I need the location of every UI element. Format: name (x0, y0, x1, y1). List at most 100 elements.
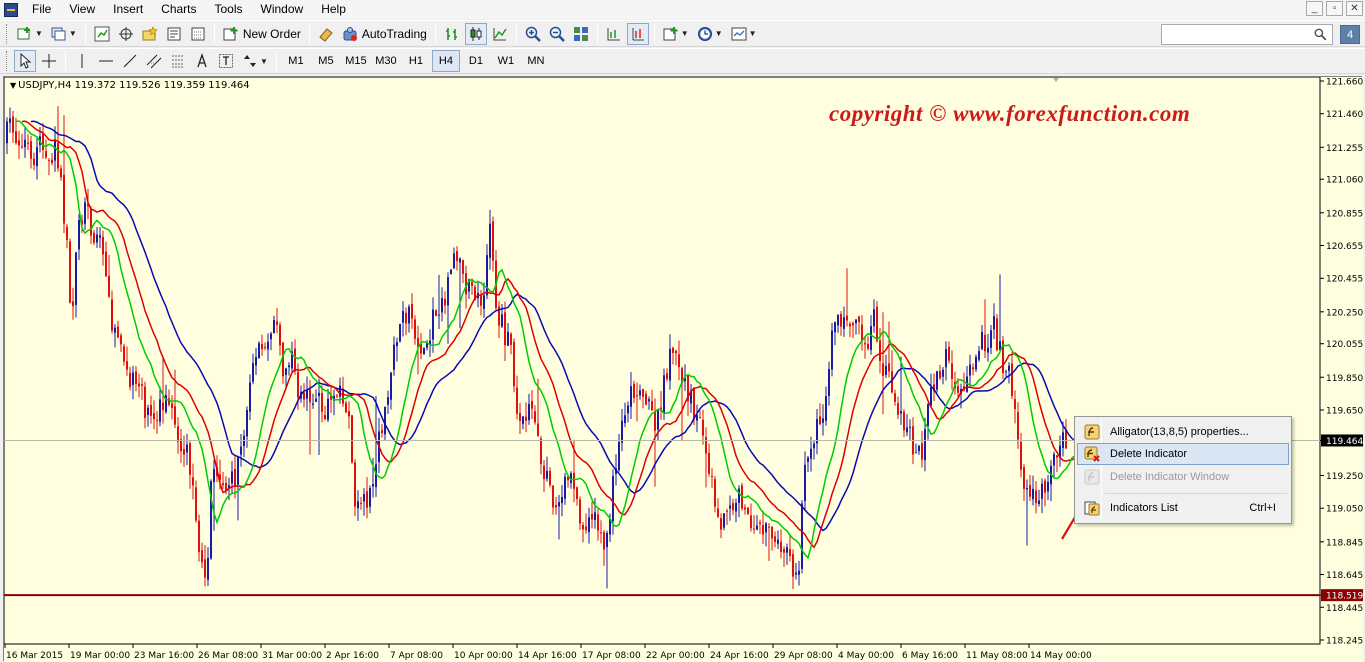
search-input[interactable] (1161, 24, 1333, 45)
templates-button[interactable]: ▼ (728, 23, 760, 45)
profiles-button[interactable]: ▼ (48, 23, 80, 45)
candle-body (396, 342, 398, 347)
cursor-button[interactable] (14, 50, 36, 72)
candle-body (678, 354, 680, 368)
text-label-button[interactable] (215, 50, 237, 72)
market-watch-button[interactable] (91, 23, 113, 45)
candle-body (363, 494, 365, 502)
timeframe-m5[interactable]: M5 (312, 50, 340, 72)
new-order-button[interactable]: New Order (220, 23, 304, 45)
menu-window[interactable]: Window (253, 0, 314, 19)
new-chart-button[interactable]: ▼ (14, 23, 46, 45)
market-watch-icon (94, 26, 110, 41)
timeframe-h1[interactable]: H1 (402, 50, 430, 72)
close-button[interactable]: ✕ (1346, 1, 1363, 16)
menu-charts[interactable]: Charts (153, 0, 206, 19)
data-window-button[interactable] (115, 23, 137, 45)
candle-body (987, 347, 989, 353)
zoom-in-button[interactable] (522, 23, 544, 45)
candle-body (1005, 371, 1007, 373)
timeframe-mn[interactable]: MN (522, 50, 550, 72)
indicators-button[interactable]: ▼ (660, 23, 692, 45)
fibonacci-button[interactable] (167, 50, 189, 72)
candle-body (561, 496, 563, 504)
chart-menu-triangle-icon[interactable]: ▼ (10, 81, 16, 90)
toolbar-grip[interactable] (6, 51, 9, 71)
time-tick-label: 24 Apr 16:00 (710, 651, 769, 661)
chart-shift-button[interactable] (603, 23, 625, 45)
minimize-button[interactable]: _ (1306, 1, 1323, 16)
candle-body (510, 333, 512, 345)
candle-body (120, 335, 122, 345)
price-tick-label: 119.050 (1326, 505, 1363, 515)
price-chart[interactable]: 121.660 121.460 121.255 121.060 120.855 120.6… (4, 77, 1363, 662)
restore-button[interactable]: ▫ (1326, 1, 1343, 16)
strategy-tester-icon (191, 27, 205, 40)
timeframe-m1[interactable]: M1 (282, 50, 310, 72)
zoom-out-button[interactable] (546, 23, 568, 45)
clock-icon (697, 26, 712, 41)
chart-window[interactable]: 121.660 121.460 121.255 121.060 120.855 120.6… (3, 76, 1363, 662)
candle-body (618, 441, 620, 471)
timeframe-d1[interactable]: D1 (462, 50, 490, 72)
terminal-button[interactable] (163, 23, 185, 45)
candle-body (972, 367, 974, 370)
price-tick-label: 119.850 (1326, 374, 1363, 384)
candlestick-chart-button[interactable] (464, 22, 487, 45)
candle-body (411, 303, 413, 319)
menu-item-delete-indicator-window[interactable]: Delete Indicator Window (1077, 466, 1289, 488)
timeframe-m15[interactable]: M15 (342, 50, 370, 72)
candle-body (927, 404, 929, 427)
candle-body (810, 448, 812, 459)
vertical-line-button[interactable] (71, 50, 93, 72)
trendline-button[interactable] (119, 50, 141, 72)
help-button[interactable]: 4 (1340, 25, 1360, 44)
candle-body (45, 151, 47, 158)
menu-view[interactable]: View (61, 0, 105, 19)
candle-body (480, 295, 482, 306)
candle-body (840, 314, 842, 327)
equidistant-channel-button[interactable] (143, 50, 165, 72)
menu-help[interactable]: Help (313, 0, 356, 19)
periods-button[interactable]: ▼ (694, 23, 726, 45)
time-tick-label: 22 Apr 00:00 (646, 651, 705, 661)
autotrading-button[interactable]: AutoTrading (339, 23, 430, 45)
bar-chart-button[interactable] (441, 23, 463, 45)
search-icon[interactable] (1314, 28, 1327, 41)
menu-tools[interactable]: Tools (207, 0, 253, 19)
candle-body (42, 133, 44, 150)
candle-body (114, 327, 116, 333)
menu-item-indicators-list[interactable]: Indicators List Ctrl+I (1077, 497, 1289, 519)
new-order-label: New Order (242, 26, 301, 41)
auto-scroll-button[interactable] (626, 22, 649, 45)
horizontal-line-button[interactable] (95, 50, 117, 72)
timeframe-h4[interactable]: H4 (431, 50, 460, 72)
menu-file[interactable]: File (24, 0, 61, 19)
text-button[interactable] (191, 50, 213, 72)
timeframe-w1[interactable]: W1 (492, 50, 520, 72)
menu-item-delete-indicator[interactable]: Delete Indicator (1077, 443, 1289, 465)
menu-item-alligator-properties[interactable]: Alligator(13,8,5) properties... (1077, 421, 1289, 443)
tile-windows-button[interactable] (570, 23, 592, 45)
timeframe-m30[interactable]: M30 (372, 50, 400, 72)
toolbar-grip[interactable] (6, 23, 9, 44)
candle-body (36, 147, 38, 167)
candle-body (276, 321, 278, 325)
menu-insert[interactable]: Insert (105, 0, 153, 19)
candle-body (450, 269, 452, 275)
candle-body (630, 386, 632, 407)
metaeditor-button[interactable] (315, 23, 337, 45)
candle-body (222, 483, 224, 486)
candle-body (408, 306, 410, 324)
price-tick-label: 118.445 (1326, 604, 1363, 614)
candle-body (234, 468, 236, 487)
candle-body (1032, 488, 1034, 500)
candle-body (270, 333, 272, 340)
strategy-tester-button[interactable] (187, 23, 209, 45)
navigator-button[interactable] (139, 23, 161, 45)
line-chart-button[interactable] (489, 23, 511, 45)
candle-body (108, 275, 110, 297)
candle-body (294, 348, 296, 372)
crosshair-button[interactable] (38, 50, 60, 72)
arrows-button[interactable]: ▼ (239, 50, 271, 72)
